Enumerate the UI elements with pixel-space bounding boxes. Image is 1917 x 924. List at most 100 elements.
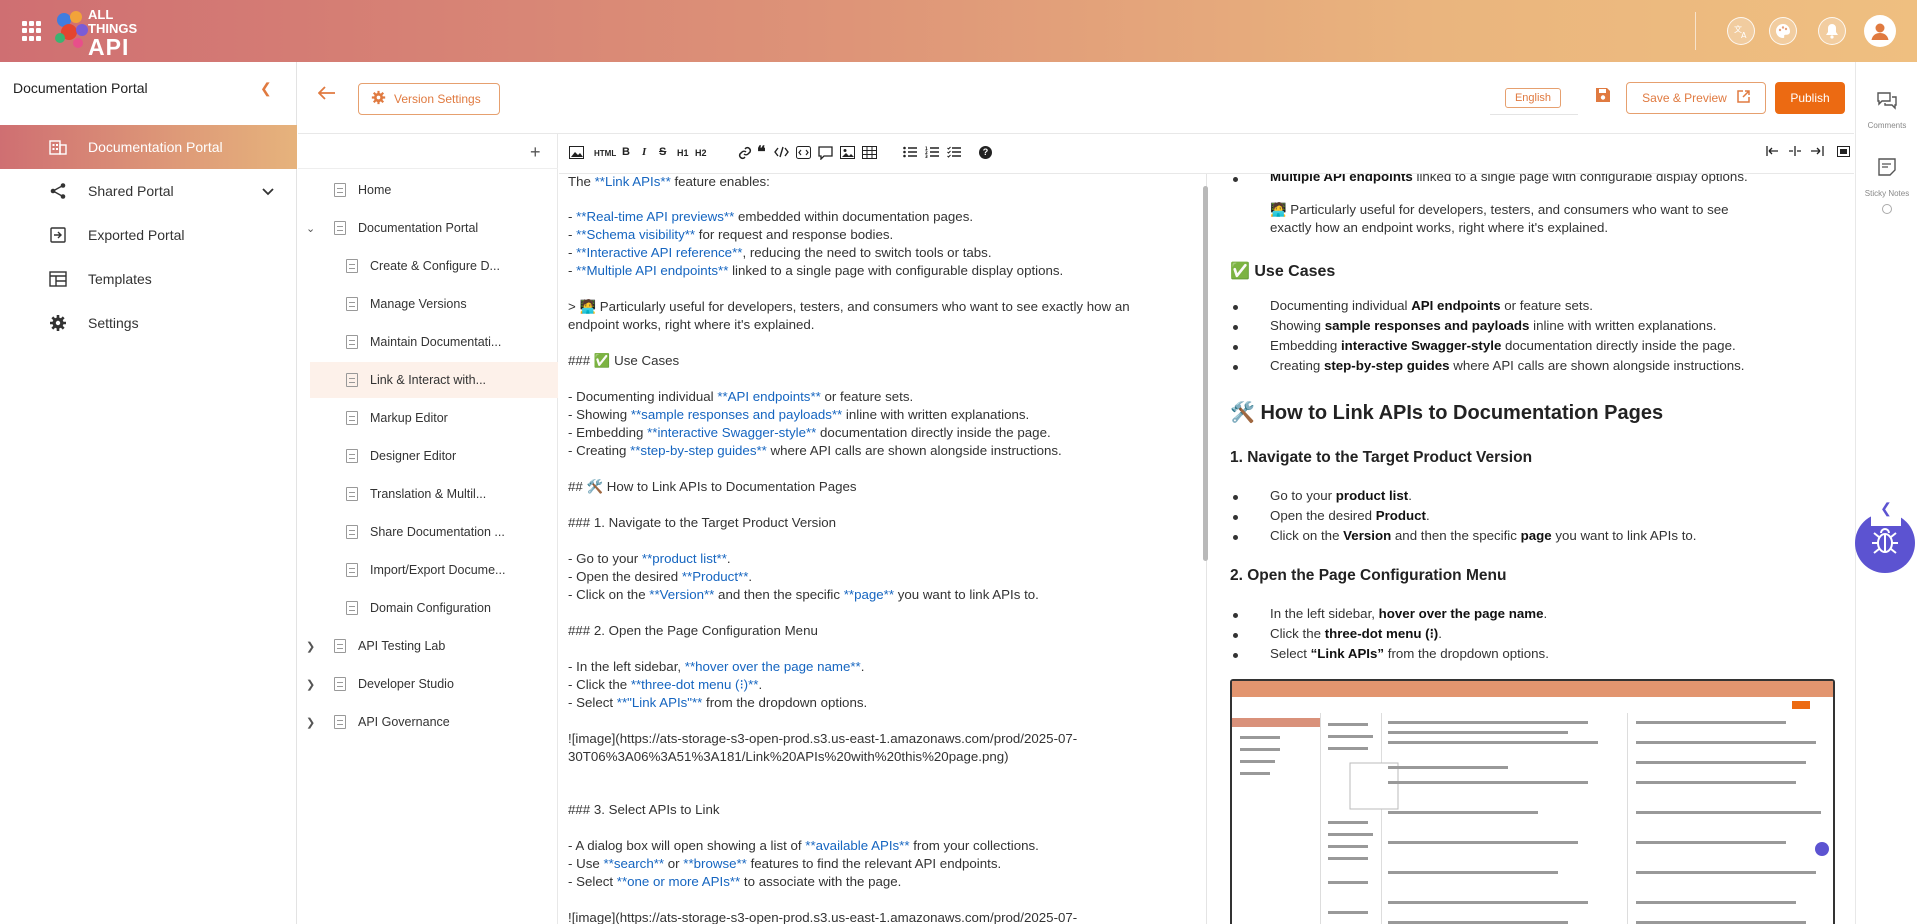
strikethrough-button[interactable]: S xyxy=(659,146,666,158)
link-icon[interactable] xyxy=(738,146,752,163)
layout-right-icon[interactable] xyxy=(1810,146,1824,159)
tree-item-designer-editor[interactable]: Designer Editor xyxy=(298,438,558,474)
layout-split-icon[interactable] xyxy=(1788,146,1802,159)
editor-line: - Showing **sample responses and payload… xyxy=(568,407,1030,422)
tree-item-domain-configuration[interactable]: Domain Configuration xyxy=(298,590,558,626)
preview-heading: 1. Navigate to the Target Product Versio… xyxy=(1230,449,1533,466)
code-icon[interactable] xyxy=(774,146,789,161)
heading1-button[interactable]: H1 xyxy=(677,148,689,158)
editor-line: ## 🛠️ How to Link APIs to Documentation … xyxy=(568,479,857,494)
sidebar-item-templates[interactable]: Templates xyxy=(0,257,297,301)
save-preview-button[interactable]: Save & Preview xyxy=(1626,82,1766,114)
tree-item-api-governance[interactable]: ❯ API Governance xyxy=(298,704,558,740)
sidebar-title: Documentation Portal xyxy=(13,80,148,96)
layout-left-icon[interactable] xyxy=(1766,146,1780,159)
quote-icon[interactable]: ❝ xyxy=(757,142,766,162)
tree-item-home[interactable]: Home xyxy=(298,172,558,208)
tree-item-markup-editor[interactable]: Markup Editor xyxy=(298,400,558,436)
html-button[interactable]: HTML xyxy=(594,149,616,158)
back-arrow-icon[interactable] xyxy=(317,86,336,103)
code-block-icon[interactable] xyxy=(796,146,811,162)
sidebar-item-documentation-portal[interactable]: Documentation Portal xyxy=(0,125,297,169)
bold-button[interactable]: B xyxy=(622,146,630,158)
tree-item-maintain-documentation[interactable]: Maintain Documentati... xyxy=(298,324,558,360)
tree-item-import-export[interactable]: Import/Export Docume... xyxy=(298,552,558,588)
heading2-button[interactable]: H2 xyxy=(695,148,707,158)
user-avatar-icon[interactable] xyxy=(1864,15,1896,47)
chevron-down-icon[interactable] xyxy=(262,183,274,199)
page-icon xyxy=(334,715,346,729)
italic-button[interactable]: I xyxy=(642,146,646,158)
preview-text: Documenting individual API endpoints or … xyxy=(1270,298,1593,313)
editor-scrollbar[interactable] xyxy=(1203,186,1208,561)
preview-text: Open the desired Product. xyxy=(1270,508,1430,523)
markdown-editor[interactable]: The **Link APIs** feature enables: - **R… xyxy=(559,174,1207,924)
comments-label: Comments xyxy=(1867,121,1907,130)
collapse-sidebar-icon[interactable]: ❮ xyxy=(260,80,272,97)
sidebar-item-exported-portal[interactable]: Exported Portal xyxy=(0,213,297,257)
preview-text: Multiple API endpoints linked to a singl… xyxy=(1270,174,1748,184)
collapse-bug-panel-icon[interactable]: ❮ xyxy=(1871,500,1901,526)
version-settings-button[interactable]: Version Settings xyxy=(358,83,500,115)
page-icon xyxy=(334,183,346,197)
editor-line: - Use **search** or **browse** features … xyxy=(568,856,1002,871)
insert-image-icon[interactable] xyxy=(569,146,584,162)
editor-line: - **Real-time API previews** embedded wi… xyxy=(568,209,974,224)
page-icon xyxy=(334,677,346,691)
numbered-list-icon[interactable]: 123 xyxy=(925,146,939,161)
chevron-right-icon[interactable]: ❯ xyxy=(306,678,315,691)
task-list-icon[interactable] xyxy=(947,146,961,161)
bullet xyxy=(1233,495,1238,500)
svg-text:3: 3 xyxy=(925,154,928,158)
add-page-icon[interactable]: + xyxy=(530,142,541,163)
translate-icon[interactable]: 文A xyxy=(1727,17,1755,45)
svg-text:A: A xyxy=(1741,31,1747,39)
tree-item-create-configure[interactable]: Create & Configure D... xyxy=(298,248,558,284)
chevron-right-icon[interactable]: ❯ xyxy=(306,640,315,653)
editor-line: - Creating **step-by-step guides** where… xyxy=(568,443,1062,458)
tree-item-manage-versions[interactable]: Manage Versions xyxy=(298,286,558,322)
tree-item-documentation-portal[interactable]: ⌄ Documentation Portal xyxy=(298,210,558,246)
preview-text: Creating step-by-step guides where API c… xyxy=(1270,358,1745,373)
page-icon xyxy=(346,601,358,615)
editor-line: - In the left sidebar, **hover over the … xyxy=(568,659,865,674)
tree-item-translation[interactable]: Translation & Multil... xyxy=(298,476,558,512)
publish-button[interactable]: Publish xyxy=(1775,82,1845,114)
comments-icon[interactable] xyxy=(1877,92,1897,113)
fullscreen-icon[interactable] xyxy=(1837,146,1850,160)
editor-image-link: ![image](https://ats-storage-s3-open-pro… xyxy=(568,910,1078,924)
sticky-notes-toggle-icon[interactable] xyxy=(1882,204,1892,214)
editor-line: - **Schema visibility** for request and … xyxy=(568,227,894,242)
apps-grid-icon[interactable] xyxy=(22,21,42,41)
tree-item-link-interact[interactable]: Link & Interact with... xyxy=(310,362,558,398)
editor-image-link: ![image](https://ats-storage-s3-open-pro… xyxy=(568,731,1078,746)
save-icon[interactable] xyxy=(1595,87,1611,106)
page-icon xyxy=(346,335,358,349)
bullet xyxy=(1233,613,1238,618)
sidebar-item-shared-portal[interactable]: Shared Portal xyxy=(0,169,297,213)
help-button[interactable]: ? xyxy=(979,146,992,159)
comment-icon[interactable] xyxy=(818,146,833,163)
sidebar-item-settings[interactable]: Settings xyxy=(0,301,297,345)
bullet xyxy=(1233,305,1238,310)
bullet xyxy=(1233,177,1238,182)
right-rail: Comments Sticky Notes xyxy=(1855,62,1917,924)
table-icon[interactable] xyxy=(862,146,877,162)
palette-icon[interactable] xyxy=(1769,17,1797,45)
editor-line: The **Link APIs** feature enables: xyxy=(568,174,770,189)
page-icon xyxy=(334,639,346,653)
bullet xyxy=(1233,365,1238,370)
chevron-down-icon[interactable]: ⌄ xyxy=(306,222,315,235)
image-icon[interactable] xyxy=(840,146,855,162)
tree-item-api-testing-lab[interactable]: ❯ API Testing Lab xyxy=(298,628,558,664)
sticky-notes-icon[interactable] xyxy=(1878,158,1896,179)
tree-item-share-documentation[interactable]: Share Documentation ... xyxy=(298,514,558,550)
language-select[interactable]: English xyxy=(1505,88,1561,108)
chevron-right-icon[interactable]: ❯ xyxy=(306,716,315,729)
markdown-preview: Multiple API endpoints linked to a singl… xyxy=(1210,174,1854,924)
tree-item-developer-studio[interactable]: ❯ Developer Studio xyxy=(298,666,558,702)
preview-text: Select “Link APIs” from the dropdown opt… xyxy=(1270,646,1549,661)
editor-line: ### 3. Select APIs to Link xyxy=(568,802,720,817)
bell-icon[interactable] xyxy=(1818,17,1846,45)
bullet-list-icon[interactable] xyxy=(903,146,917,161)
